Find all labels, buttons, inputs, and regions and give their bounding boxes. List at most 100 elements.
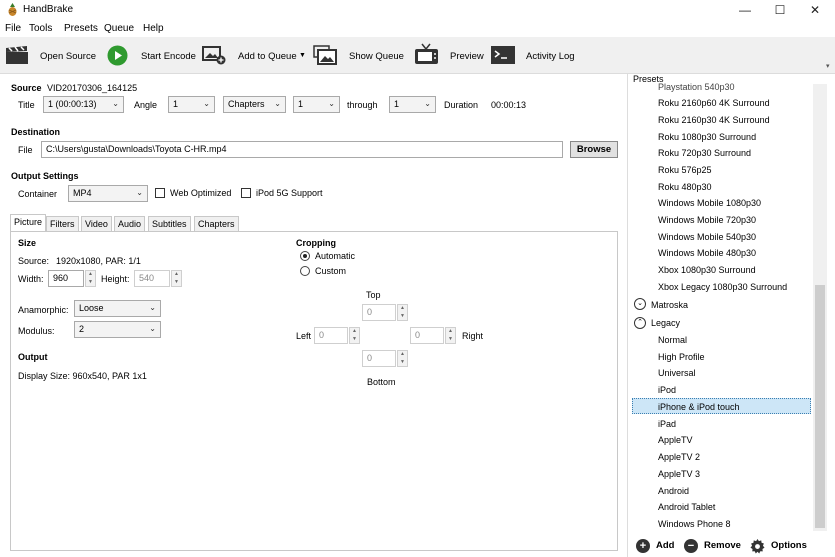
preset-item[interactable]: Xbox Legacy 1080p30 Surround	[658, 282, 787, 292]
title-select[interactable]: 1 (00:00:13) ⌄	[43, 96, 124, 113]
preset-item[interactable]: Xbox 1080p30 Surround	[658, 265, 756, 275]
preset-item[interactable]: Windows Mobile 480p30	[658, 248, 756, 258]
menu-tools[interactable]: Tools	[29, 23, 52, 34]
container-select[interactable]: MP4 ⌄	[68, 185, 148, 202]
preview-button[interactable]: Preview	[450, 51, 484, 62]
remove-circle-icon[interactable]: −	[684, 539, 698, 553]
web-optimized-checkbox[interactable]	[155, 188, 165, 198]
preset-item[interactable]: AppleTV 2	[658, 452, 700, 462]
width-input[interactable]: 960	[48, 270, 84, 287]
down-arrow-icon[interactable]: ▼	[446, 336, 455, 344]
preset-item[interactable]: AppleTV 3	[658, 469, 700, 479]
start-encode-button[interactable]: Start Encode	[141, 51, 196, 62]
range-end-select[interactable]: 1 ⌄	[389, 96, 436, 113]
height-input[interactable]: 540	[134, 270, 170, 287]
preset-category-matroska[interactable]: Matroska	[651, 300, 688, 310]
play-icon[interactable]	[107, 45, 128, 66]
web-optimized-label[interactable]: Web Optimized	[170, 188, 231, 198]
preset-item[interactable]: iPod	[658, 385, 676, 395]
preset-item[interactable]: Playstation 540p30	[658, 82, 735, 92]
open-source-button[interactable]: Open Source	[40, 51, 96, 62]
preset-item[interactable]: High Profile	[658, 352, 705, 362]
height-stepper[interactable]: ▲ ▼	[171, 270, 182, 287]
automatic-label[interactable]: Automatic	[315, 251, 355, 261]
crop-top-input[interactable]: 0	[362, 304, 396, 321]
preset-item[interactable]: Normal	[658, 335, 687, 345]
angle-select[interactable]: 1 ⌄	[168, 96, 215, 113]
ipod-support-checkbox[interactable]	[241, 188, 251, 198]
toolbar-overflow-icon[interactable]: ▾	[826, 62, 830, 70]
preset-item[interactable]: iPad	[658, 419, 676, 429]
crop-bottom-stepper[interactable]: ▲ ▼	[397, 350, 408, 367]
preset-item[interactable]: Android	[658, 486, 689, 496]
preset-category-legacy[interactable]: Legacy	[651, 318, 680, 328]
up-arrow-icon[interactable]: ▲	[350, 328, 359, 336]
preset-item[interactable]: Android Tablet	[658, 502, 715, 512]
crop-top-stepper[interactable]: ▲ ▼	[397, 304, 408, 321]
preset-item-selected[interactable]: iPhone & iPod touch	[658, 402, 740, 412]
custom-radio[interactable]	[300, 266, 310, 276]
preset-item[interactable]: Windows Mobile 720p30	[658, 215, 756, 225]
clapperboard-icon[interactable]	[5, 45, 29, 65]
preset-item[interactable]: Roku 1080p30 Surround	[658, 132, 756, 142]
add-to-queue-dropdown-icon[interactable]: ▼	[299, 52, 306, 59]
destination-file-input[interactable]: C:\Users\gusta\Downloads\Toyota C-HR.mp4	[41, 141, 563, 158]
maximize-button[interactable]: ☐	[760, 0, 800, 20]
up-arrow-icon[interactable]: ▲	[86, 271, 95, 279]
add-to-queue-icon[interactable]	[202, 45, 227, 65]
activity-log-button[interactable]: Activity Log	[526, 51, 575, 62]
close-button[interactable]: ✕	[795, 0, 835, 20]
menu-help[interactable]: Help	[143, 23, 164, 34]
preset-options-button[interactable]: Options	[771, 540, 807, 551]
preset-item[interactable]: Roku 576p25	[658, 165, 712, 175]
preset-item[interactable]: Roku 2160p30 4K Surround	[658, 115, 770, 125]
tab-subtitles[interactable]: Subtitles	[148, 216, 191, 231]
preset-item[interactable]: AppleTV	[658, 435, 693, 445]
up-arrow-icon[interactable]: ▲	[172, 271, 181, 279]
expand-chevron-icon[interactable]: ⌄	[634, 298, 646, 310]
tab-chapters[interactable]: Chapters	[194, 216, 239, 231]
preset-item[interactable]: Windows Mobile 540p30	[658, 232, 756, 242]
down-arrow-icon[interactable]: ▼	[350, 336, 359, 344]
width-stepper[interactable]: ▲ ▼	[85, 270, 96, 287]
presets-scrollbar-thumb[interactable]	[815, 285, 825, 528]
browse-button[interactable]: Browse	[570, 141, 618, 158]
tab-audio[interactable]: Audio	[114, 216, 146, 231]
preset-item[interactable]: Roku 480p30	[658, 182, 712, 192]
collapse-chevron-icon[interactable]: ⌃	[634, 317, 646, 329]
modulus-select[interactable]: 2 ⌄	[74, 321, 161, 338]
add-preset-button[interactable]: Add	[656, 540, 674, 551]
add-to-queue-button[interactable]: Add to Queue	[238, 51, 297, 62]
crop-bottom-input[interactable]: 0	[362, 350, 396, 367]
anamorphic-select[interactable]: Loose ⌄	[74, 300, 161, 317]
terminal-icon[interactable]	[491, 46, 515, 64]
crop-right-stepper[interactable]: ▲ ▼	[445, 327, 456, 344]
preset-item[interactable]: Universal	[658, 368, 696, 378]
range-mode-select[interactable]: Chapters ⌄	[223, 96, 286, 113]
down-arrow-icon[interactable]: ▼	[86, 279, 95, 287]
menu-queue[interactable]: Queue	[104, 23, 134, 34]
down-arrow-icon[interactable]: ▼	[172, 279, 181, 287]
menu-presets[interactable]: Presets	[64, 23, 98, 34]
preset-item[interactable]: Windows Phone 8	[658, 519, 731, 529]
tab-picture[interactable]: Picture	[10, 214, 47, 232]
menu-file[interactable]: File	[5, 23, 21, 34]
show-queue-icon[interactable]	[313, 45, 339, 65]
automatic-radio[interactable]	[300, 251, 310, 261]
crop-left-input[interactable]: 0	[314, 327, 348, 344]
remove-preset-button[interactable]: Remove	[704, 540, 741, 551]
add-circle-icon[interactable]: +	[636, 539, 650, 553]
crop-right-input[interactable]: 0	[410, 327, 444, 344]
preset-item[interactable]: Windows Mobile 1080p30	[658, 198, 761, 208]
tab-filters[interactable]: Filters	[46, 216, 79, 231]
crop-left-stepper[interactable]: ▲ ▼	[349, 327, 360, 344]
up-arrow-icon[interactable]: ▲	[398, 351, 407, 359]
minimize-button[interactable]: —	[725, 0, 765, 20]
down-arrow-icon[interactable]: ▼	[398, 359, 407, 367]
down-arrow-icon[interactable]: ▼	[398, 313, 407, 321]
tab-video[interactable]: Video	[81, 216, 112, 231]
ipod-support-label[interactable]: iPod 5G Support	[256, 188, 323, 198]
show-queue-button[interactable]: Show Queue	[349, 51, 404, 62]
gear-icon[interactable]	[750, 539, 765, 554]
preset-item[interactable]: Roku 2160p60 4K Surround	[658, 98, 770, 108]
